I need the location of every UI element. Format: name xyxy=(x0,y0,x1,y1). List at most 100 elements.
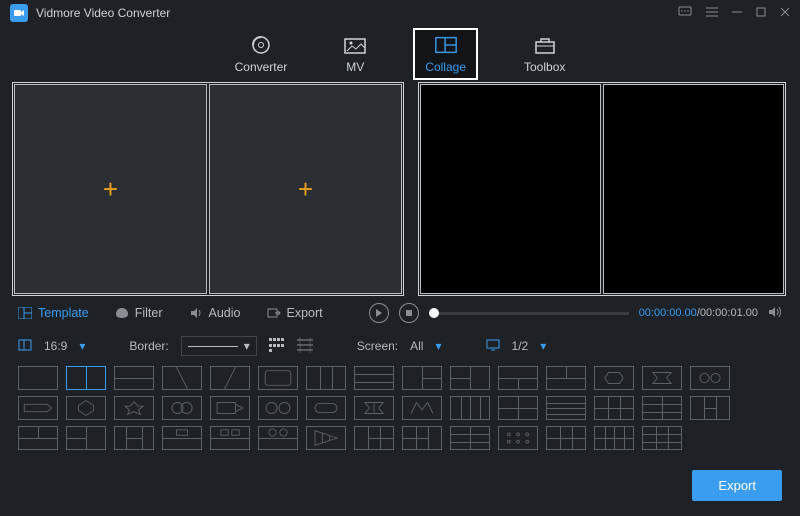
maximize-icon[interactable] xyxy=(756,6,766,20)
page-dropdown-icon[interactable]: ▾ xyxy=(540,339,546,353)
add-icon: + xyxy=(298,174,313,205)
progress-bar[interactable] xyxy=(429,312,629,315)
filter-icon xyxy=(115,307,129,319)
secondary-tabs: Template Filter Audio Export 00:00:00.00… xyxy=(0,296,800,330)
template-item[interactable] xyxy=(546,366,586,390)
preview-slot-1 xyxy=(420,84,601,294)
current-time: 00:00:00.00 xyxy=(639,307,697,319)
template-item[interactable] xyxy=(546,426,586,450)
subtab-template-label: Template xyxy=(38,306,89,320)
subtab-template[interactable]: Template xyxy=(18,306,89,320)
template-icon xyxy=(18,307,32,319)
template-item[interactable] xyxy=(354,396,394,420)
template-item[interactable] xyxy=(258,426,298,450)
template-item[interactable] xyxy=(66,366,106,390)
subtab-export[interactable]: Export xyxy=(267,306,323,320)
display-icon[interactable] xyxy=(486,339,500,354)
template-item[interactable] xyxy=(114,426,154,450)
template-item[interactable] xyxy=(498,426,538,450)
template-item[interactable] xyxy=(162,426,202,450)
collage-slot-1[interactable]: + xyxy=(14,84,207,294)
template-item[interactable] xyxy=(354,366,394,390)
menu-icon[interactable] xyxy=(706,6,718,20)
template-item[interactable] xyxy=(210,426,250,450)
template-item[interactable] xyxy=(642,366,682,390)
template-item[interactable] xyxy=(498,396,538,420)
screen-dropdown-icon[interactable]: ▾ xyxy=(435,339,441,353)
subtab-filter-label: Filter xyxy=(135,306,163,320)
template-item[interactable] xyxy=(162,396,202,420)
template-item[interactable] xyxy=(498,366,538,390)
volume-icon[interactable] xyxy=(768,306,782,321)
template-item[interactable] xyxy=(594,366,634,390)
template-item[interactable] xyxy=(114,396,154,420)
progress-handle[interactable] xyxy=(429,308,439,318)
minimize-icon[interactable] xyxy=(732,6,742,20)
page-indicator: 1/2 xyxy=(512,339,529,353)
template-item[interactable] xyxy=(306,426,346,450)
play-button[interactable] xyxy=(369,303,389,323)
collage-icon xyxy=(434,34,458,56)
template-item[interactable] xyxy=(210,366,250,390)
mv-icon xyxy=(343,34,367,56)
border-color-button[interactable] xyxy=(269,338,285,354)
template-item[interactable] xyxy=(450,426,490,450)
template-item[interactable] xyxy=(450,396,490,420)
template-item[interactable] xyxy=(306,366,346,390)
template-item[interactable] xyxy=(642,426,682,450)
aspect-icon[interactable] xyxy=(18,339,32,354)
template-grid xyxy=(0,362,800,460)
tab-collage[interactable]: Collage xyxy=(413,28,478,80)
total-time: 00:00:01.00 xyxy=(700,307,758,319)
tab-collage-label: Collage xyxy=(425,60,466,74)
audio-icon xyxy=(189,307,203,319)
template-item[interactable] xyxy=(306,396,346,420)
tab-mv[interactable]: MV xyxy=(333,30,377,78)
template-item[interactable] xyxy=(594,396,634,420)
aspect-dropdown-icon[interactable]: ▾ xyxy=(79,339,85,353)
toolbox-icon xyxy=(533,34,557,56)
template-item[interactable] xyxy=(18,426,58,450)
tab-toolbox[interactable]: Toolbox xyxy=(514,30,575,78)
template-item[interactable] xyxy=(258,396,298,420)
template-item[interactable] xyxy=(66,426,106,450)
template-item[interactable] xyxy=(18,396,58,420)
converter-icon xyxy=(249,34,273,56)
feedback-icon[interactable] xyxy=(678,6,692,21)
template-item[interactable] xyxy=(546,396,586,420)
stop-button[interactable] xyxy=(399,303,419,323)
border-pattern-button[interactable] xyxy=(297,337,313,356)
aspect-value[interactable]: 16:9 xyxy=(44,339,67,353)
workspace: + + xyxy=(0,82,800,296)
template-item[interactable] xyxy=(66,396,106,420)
add-icon: + xyxy=(103,174,118,205)
tab-converter[interactable]: Converter xyxy=(225,30,298,78)
template-item[interactable] xyxy=(690,366,730,390)
border-style-select[interactable]: ▾ xyxy=(181,336,257,356)
collage-slot-2[interactable]: + xyxy=(209,84,402,294)
title-bar: Vidmore Video Converter xyxy=(0,0,800,26)
template-item[interactable] xyxy=(690,396,730,420)
screen-value[interactable]: All xyxy=(410,339,423,353)
template-item[interactable] xyxy=(450,366,490,390)
export-button[interactable]: Export xyxy=(692,470,782,501)
tab-converter-label: Converter xyxy=(235,60,288,74)
template-item[interactable] xyxy=(210,396,250,420)
export-icon xyxy=(267,307,281,319)
app-title: Vidmore Video Converter xyxy=(36,6,678,20)
subtab-filter[interactable]: Filter xyxy=(115,306,163,320)
template-item[interactable] xyxy=(402,426,442,450)
collage-canvas: + + xyxy=(12,82,404,296)
close-icon[interactable] xyxy=(780,6,790,20)
template-item[interactable] xyxy=(402,366,442,390)
template-item[interactable] xyxy=(114,366,154,390)
template-item[interactable] xyxy=(594,426,634,450)
template-item[interactable] xyxy=(258,366,298,390)
template-item[interactable] xyxy=(162,366,202,390)
main-tabs: Converter MV Collage Toolbox xyxy=(0,26,800,82)
template-item[interactable] xyxy=(18,366,58,390)
template-item[interactable] xyxy=(642,396,682,420)
subtab-audio[interactable]: Audio xyxy=(189,306,241,320)
template-item[interactable] xyxy=(354,426,394,450)
template-item[interactable] xyxy=(402,396,442,420)
